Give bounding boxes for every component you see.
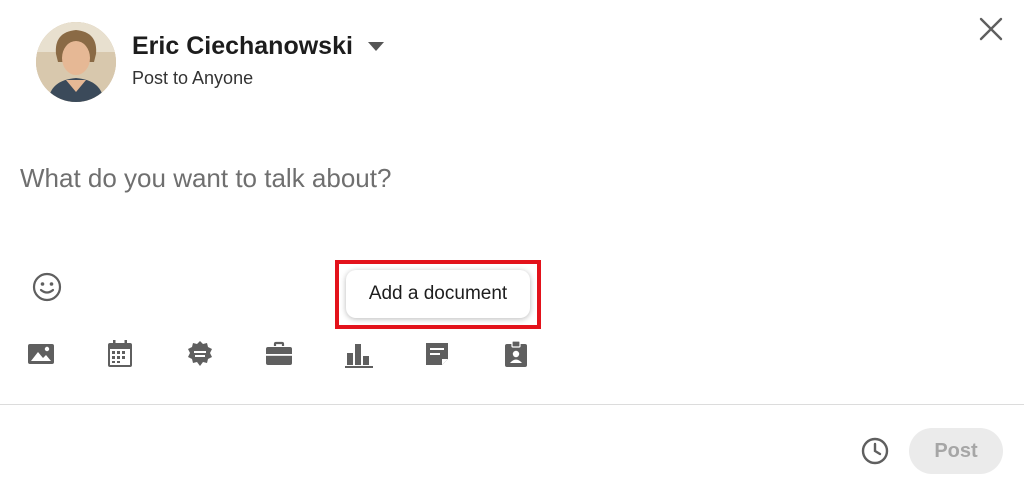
footer-divider xyxy=(0,404,1024,405)
post-text-editor[interactable]: What do you want to talk about? xyxy=(20,163,391,194)
author-name: Eric Ciechanowski xyxy=(132,32,353,60)
celebrate-badge-icon xyxy=(188,341,212,366)
post-toolbar xyxy=(0,336,1024,372)
add-photo-button[interactable] xyxy=(23,336,59,372)
document-icon xyxy=(426,343,448,365)
share-job-button[interactable] xyxy=(261,336,297,372)
caret-down-icon xyxy=(367,41,384,51)
post-visibility: Post to Anyone xyxy=(132,68,254,88)
add-document-button[interactable] xyxy=(419,336,455,372)
share-post-modal: Eric Ciechanowski Post to Anyone What do… xyxy=(0,0,1024,483)
briefcase-icon xyxy=(266,341,292,365)
calendar-icon xyxy=(108,340,132,367)
id-badge-icon xyxy=(505,340,527,367)
create-event-button[interactable] xyxy=(102,336,138,372)
create-poll-button[interactable] xyxy=(340,336,376,372)
emoji-button[interactable] xyxy=(30,270,64,304)
avatar xyxy=(36,22,116,102)
find-expert-button[interactable] xyxy=(498,336,534,372)
author-name-dropdown[interactable]: Eric Ciechanowski xyxy=(132,32,385,61)
clock-icon xyxy=(861,437,889,465)
post-button[interactable]: Post xyxy=(909,428,1003,474)
poll-chart-icon xyxy=(345,344,373,368)
schedule-post-button[interactable] xyxy=(858,434,892,468)
celebrate-occasion-button[interactable] xyxy=(182,336,218,372)
smiley-icon xyxy=(32,272,62,302)
close-button[interactable] xyxy=(976,14,1006,44)
close-icon xyxy=(979,17,1003,41)
image-icon xyxy=(28,344,54,364)
add-document-tooltip: Add a document xyxy=(346,270,530,318)
